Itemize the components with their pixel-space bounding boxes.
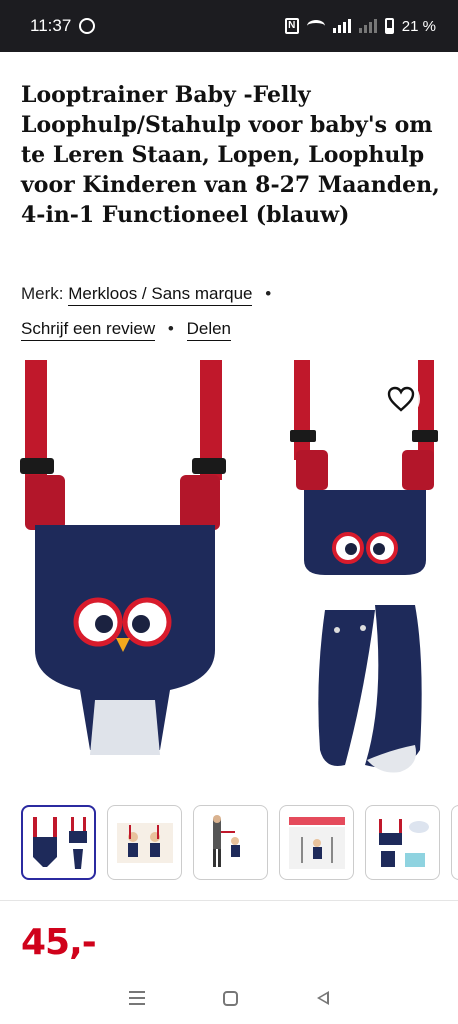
product-image-seat[interactable] — [305, 600, 435, 775]
thumbnail-5[interactable] — [365, 805, 440, 880]
brand-link[interactable]: Merkloos / Sans marque — [68, 284, 253, 306]
wifi-icon — [306, 20, 325, 32]
home-icon[interactable] — [223, 990, 239, 1006]
thumbnail-image — [212, 814, 240, 867]
thumbnail-1[interactable] — [21, 805, 96, 880]
thumbnail-3[interactable] — [193, 805, 268, 880]
product-price: 45,- — [21, 922, 97, 963]
status-right: N 21 % — [284, 17, 436, 35]
divider — [0, 900, 458, 901]
product-image-main[interactable] — [20, 360, 230, 770]
status-bar: 11:37 N 21 % — [0, 0, 458, 52]
system-nav-bar — [0, 972, 458, 1024]
thumbnail-2[interactable] — [107, 805, 182, 880]
thumbnail-6-partial[interactable] — [451, 805, 458, 880]
separator-dot: • — [167, 319, 174, 338]
whatsapp-icon — [79, 18, 96, 34]
menu-icon[interactable] — [129, 991, 146, 1005]
product-gallery[interactable] — [0, 360, 458, 790]
signal-icon — [358, 19, 377, 33]
thumbnail-image — [288, 816, 345, 869]
battery-percent: 21 % — [401, 17, 436, 35]
thumbnail-image — [378, 818, 429, 867]
battery-icon — [384, 18, 394, 34]
write-review-link[interactable]: Schrijf een review — [21, 319, 156, 341]
thumbnail-image — [32, 816, 87, 869]
nfc-icon: N — [284, 18, 299, 34]
thumbnail-image — [116, 822, 173, 863]
status-time: 11:37 — [30, 16, 72, 35]
heart-icon — [387, 386, 415, 412]
brand-label: Merk: — [21, 284, 64, 303]
actions-row: Schrijf een review • Delen — [21, 319, 232, 341]
signal-icon — [332, 19, 351, 33]
brand-row: Merk: Merkloos / Sans marque • — [21, 284, 279, 306]
thumbnail-4[interactable] — [279, 805, 354, 880]
product-title: Looptrainer Baby -Felly Loophulp/Stahulp… — [21, 82, 440, 228]
favorite-button[interactable] — [382, 380, 420, 418]
share-link[interactable]: Delen — [186, 319, 232, 341]
back-icon[interactable] — [316, 991, 329, 1005]
thumbnail-strip[interactable] — [21, 805, 458, 880]
separator-dot: • — [265, 284, 272, 303]
